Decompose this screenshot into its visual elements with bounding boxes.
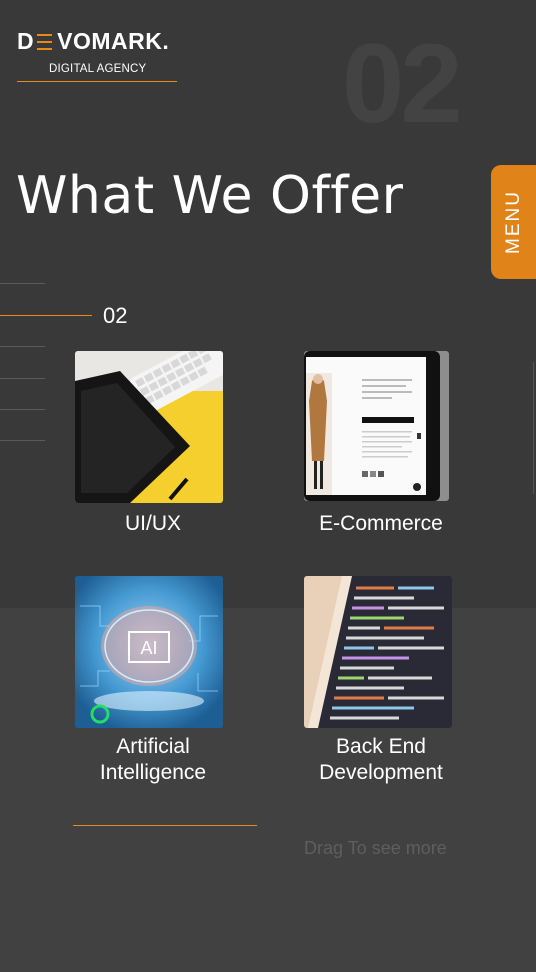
slide-indicator-line[interactable]	[0, 440, 45, 441]
menu-button[interactable]: MENU	[491, 165, 536, 279]
slide-indicator-line[interactable]	[0, 409, 45, 410]
brand-logo[interactable]: D VOMARK. DIGITAL AGENCY	[17, 28, 177, 82]
slide-counter: 02	[103, 303, 128, 328]
slide-indicator-line[interactable]	[0, 283, 45, 284]
ui-ux-card-image[interactable]	[75, 351, 223, 503]
service-label-back-end[interactable]: Back End Development	[261, 734, 501, 786]
svg-text:AI: AI	[140, 638, 157, 658]
logo-tagline: DIGITAL AGENCY	[49, 63, 147, 75]
service-label-ai[interactable]: Artificial Intelligence	[33, 734, 273, 786]
logo-wordmark: D VOMARK.	[17, 28, 170, 54]
drag-hint: Drag To see more	[304, 838, 447, 858]
background-section-number: 02	[342, 21, 463, 146]
carousel-scroll-indicator[interactable]	[533, 362, 534, 494]
logo-underline	[17, 81, 177, 82]
drag-progress-line	[73, 825, 257, 826]
service-label-ui-ux[interactable]: UI/UX	[33, 511, 273, 537]
slide-indicator-active[interactable]	[0, 315, 92, 316]
slide-indicator-line[interactable]	[0, 346, 45, 347]
back-end-card-image[interactable]	[304, 576, 452, 728]
ai-card-image[interactable]: AI	[75, 576, 223, 728]
e-commerce-card-image[interactable]	[304, 351, 449, 501]
slide-indicator-line[interactable]	[0, 378, 45, 379]
logo-e-bars-icon	[37, 33, 53, 50]
menu-label: MENU	[502, 190, 524, 254]
service-label-e-commerce[interactable]: E-Commerce	[261, 511, 501, 537]
page-title: What We Offer	[16, 166, 404, 226]
